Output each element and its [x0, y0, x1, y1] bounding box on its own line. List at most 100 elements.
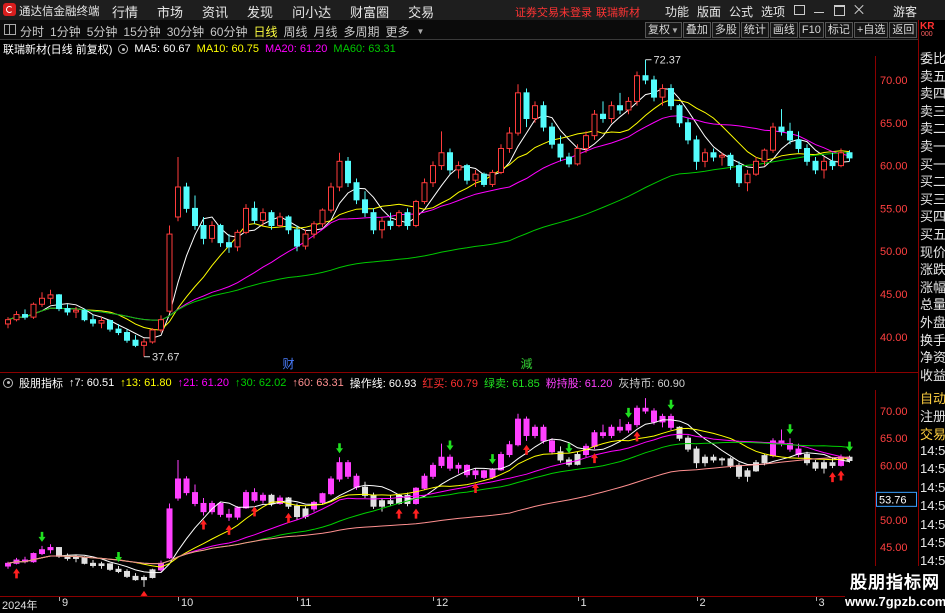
- sidebar-code-sub: 000: [921, 31, 933, 38]
- quote-label[interactable]: 换手: [920, 330, 945, 349]
- period-tab[interactable]: 60分钟: [210, 23, 247, 40]
- period-tab[interactable]: 分时: [20, 23, 44, 40]
- quote-label[interactable]: 卖四: [920, 83, 945, 102]
- indicator-candle: [634, 405, 640, 428]
- indicator-candle: [22, 556, 28, 564]
- sidebar-action[interactable]: 自动: [920, 388, 945, 407]
- tool-button[interactable]: 统计: [740, 22, 769, 38]
- ind-pink-hold: 粉持股: 61.20: [545, 377, 613, 390]
- menu-item[interactable]: 市场: [157, 2, 183, 21]
- candle: [345, 157, 351, 187]
- quote-label[interactable]: 委比: [920, 48, 945, 67]
- quote-label[interactable]: 涨幅: [920, 277, 945, 296]
- candle: [455, 161, 462, 179]
- candle: [617, 92, 623, 115]
- indicator-name[interactable]: 股朋指标: [19, 375, 63, 391]
- menu-item[interactable]: 发现: [247, 2, 273, 21]
- period-tab[interactable]: 多周期: [344, 23, 380, 40]
- event-marker-cai[interactable]: 财: [283, 357, 295, 371]
- indicator-value-label: 53.76: [879, 494, 907, 506]
- quote-label[interactable]: 现价: [920, 242, 945, 261]
- period-tab[interactable]: 日线: [253, 23, 277, 40]
- layout-icon[interactable]: [4, 24, 16, 35]
- menu-item[interactable]: 财富圈: [350, 2, 389, 21]
- close-icon[interactable]: [852, 3, 866, 16]
- sell-arrow-icon: [336, 443, 344, 454]
- period-tab[interactable]: 15分钟: [123, 23, 160, 40]
- date-tick: [178, 597, 179, 601]
- price-chart[interactable]: 70.00 65.00 60.00 55.00 50.00 45.00 40.00 72.3…: [0, 56, 918, 372]
- quote-label[interactable]: 卖三: [920, 101, 945, 120]
- indicator-candle: [47, 544, 54, 554]
- right-menu-item[interactable]: 版面: [697, 3, 721, 20]
- quote-label[interactable]: 卖二: [920, 118, 945, 137]
- period-tab[interactable]: 更多: [386, 23, 410, 40]
- quote-label[interactable]: 卖五: [920, 66, 945, 85]
- right-menu-item[interactable]: 选项: [761, 3, 785, 20]
- quote-label[interactable]: 净资: [920, 347, 945, 366]
- quote-label[interactable]: 买三: [920, 189, 945, 208]
- indicator-candle: [166, 503, 173, 559]
- quote-label[interactable]: 收益: [920, 365, 945, 384]
- candle: [132, 335, 139, 348]
- right-menu-item[interactable]: 功能: [665, 3, 689, 20]
- price-axis-label: 40.00: [880, 332, 908, 344]
- menu-item[interactable]: 行情: [112, 2, 138, 21]
- current-stock-link[interactable]: 联瑞新材: [596, 4, 640, 20]
- chart-tools: 复权▼ 叠加 多股 统计 画线 F10 标记 +自选 返回: [645, 22, 918, 38]
- tool-button[interactable]: +自选: [853, 22, 889, 38]
- indicator-settings-icon[interactable]: [3, 377, 13, 388]
- panel-divider[interactable]: [0, 372, 918, 373]
- tool-button[interactable]: 标记: [824, 22, 853, 38]
- tick-time: 14:50: [920, 479, 945, 495]
- candle: [302, 229, 309, 250]
- period-tab[interactable]: 周线: [283, 23, 307, 40]
- ma-settings-icon[interactable]: [118, 44, 129, 54]
- tool-button[interactable]: F10: [798, 22, 824, 38]
- right-menu-item[interactable]: 公式: [729, 3, 753, 20]
- tool-button[interactable]: 画线: [769, 22, 798, 38]
- sidebar-action[interactable]: 交易: [920, 424, 945, 443]
- indicator-candle: [362, 481, 368, 499]
- quote-label[interactable]: 买四: [920, 206, 945, 225]
- menu-item[interactable]: 交易: [408, 2, 434, 21]
- indicator-chart[interactable]: 70.00 65.00 60.00 50.00 45.00 53.76: [0, 390, 918, 596]
- tool-button[interactable]: 叠加: [682, 22, 711, 38]
- user-account[interactable]: 游客: [893, 3, 917, 20]
- indicator-candle: [387, 495, 394, 507]
- menu-item[interactable]: 资讯: [202, 2, 228, 21]
- candle: [22, 309, 28, 320]
- period-tab[interactable]: 1分钟: [50, 23, 81, 40]
- tool-button-label: 复权: [648, 24, 670, 36]
- trade-login-status[interactable]: 证券交易未登录: [515, 4, 592, 20]
- minimize-icon[interactable]: [812, 3, 826, 16]
- period-tab[interactable]: 月线: [314, 23, 338, 40]
- chevron-down-icon[interactable]: ▼: [417, 27, 425, 36]
- indicator-lines: [7, 419, 850, 574]
- quote-label[interactable]: 买二: [920, 171, 945, 190]
- quote-label[interactable]: 总量: [920, 294, 945, 313]
- maximize-icon[interactable]: [832, 3, 846, 16]
- quote-label[interactable]: 卖一: [920, 136, 945, 155]
- indicator-axis-label: 60.00: [880, 460, 908, 472]
- indicator-candle: [447, 454, 453, 471]
- menu-item[interactable]: 问小达: [292, 2, 331, 21]
- ind-line-21: ↑21: 61.20: [177, 376, 230, 389]
- period-tab[interactable]: 5分钟: [87, 23, 118, 40]
- tool-button[interactable]: 复权▼: [645, 22, 682, 38]
- tool-button[interactable]: 多股: [711, 22, 740, 38]
- candle: [753, 157, 759, 176]
- tool-button[interactable]: 返回: [889, 22, 918, 38]
- period-tab[interactable]: 30分钟: [167, 23, 204, 40]
- candle: [311, 221, 317, 239]
- quote-label[interactable]: 买一: [920, 154, 945, 173]
- quote-label[interactable]: 涨跌: [920, 259, 945, 278]
- ind-line-30: ↑30: 62.02: [235, 376, 287, 389]
- sidebar-action[interactable]: 注册: [920, 406, 945, 425]
- candle: [421, 178, 428, 205]
- quote-label[interactable]: 外盘: [920, 312, 945, 331]
- event-marker-jian[interactable]: 減: [521, 356, 533, 371]
- window-layout-icon[interactable]: [792, 3, 806, 16]
- quote-label[interactable]: 买五: [920, 224, 945, 243]
- candle: [549, 122, 555, 149]
